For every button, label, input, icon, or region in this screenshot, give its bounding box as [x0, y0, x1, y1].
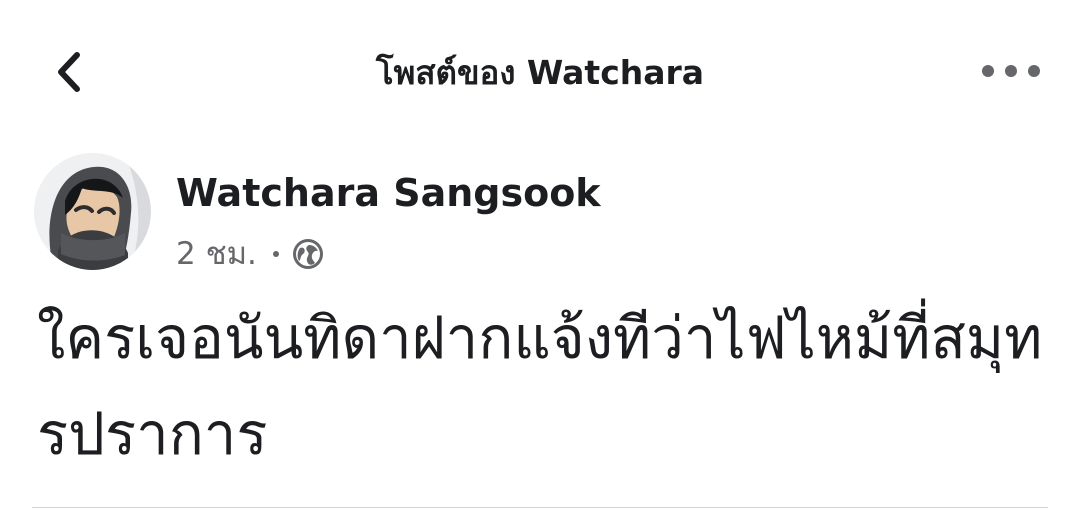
post-body-text: ใครเจอนันทิดาฝากแจ้งทีว่าไฟไหม้ที่สมุทรป…	[37, 304, 1043, 468]
more-horizontal-icon	[1028, 65, 1040, 77]
profile-photo	[34, 153, 151, 270]
more-options-button[interactable]	[982, 54, 1040, 88]
more-horizontal-icon	[982, 65, 994, 77]
post-author-name[interactable]: Watchara Sangsook	[176, 170, 601, 216]
more-horizontal-icon	[1005, 65, 1017, 77]
globe-icon[interactable]	[291, 237, 325, 271]
chevron-left-icon	[58, 52, 80, 92]
back-button[interactable]	[44, 48, 92, 96]
author-avatar[interactable]	[34, 153, 151, 270]
page-title: โพสต์ของ Watchara	[375, 53, 705, 92]
top-navigation-bar: โพสต์ของ Watchara	[0, 0, 1080, 140]
post-meta: 2 ชม.	[176, 232, 325, 276]
post-timestamp[interactable]: 2 ชม.	[176, 232, 257, 276]
meta-separator	[272, 251, 279, 257]
post-divider	[32, 507, 1048, 508]
